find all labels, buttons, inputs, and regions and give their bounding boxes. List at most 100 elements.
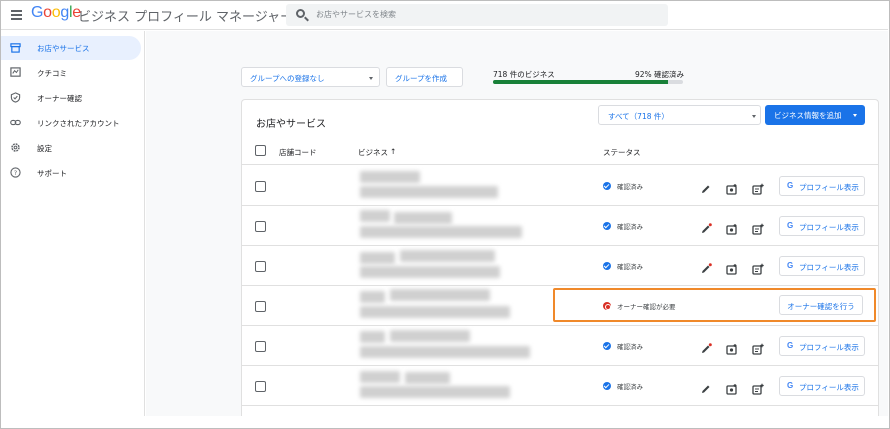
sidebar-item-label: 設定: [37, 144, 52, 153]
sidebar-item-linked-accounts[interactable]: リンクされたアカウント: [1, 111, 141, 135]
pencil-icon[interactable]: [700, 380, 712, 393]
verified-check-icon: [603, 222, 611, 230]
business-name-redacted: [360, 346, 530, 358]
view-profile-label: プロフィール表示: [799, 223, 859, 232]
table-row[interactable]: 確認済み G プロフィール表示: [242, 166, 878, 206]
logo-letter: g: [60, 4, 69, 21]
sidebar-item-label: お店やサービス: [37, 44, 90, 53]
view-profile-button[interactable]: G プロフィール表示: [779, 216, 865, 236]
chevron-down-icon: [752, 115, 756, 118]
view-profile-label: プロフィール表示: [799, 263, 859, 272]
sidebar-item-label: オーナー確認: [37, 94, 82, 103]
verified-percent: 92% 確認済み: [635, 70, 685, 79]
add-post-icon[interactable]: [752, 260, 764, 275]
row-checkbox[interactable]: [255, 341, 266, 352]
verified-check-icon: [603, 342, 611, 350]
pencil-icon[interactable]: [700, 180, 712, 193]
chevron-down-icon: [369, 77, 373, 80]
row-checkbox[interactable]: [255, 381, 266, 392]
view-profile-label: プロフィール表示: [799, 183, 859, 192]
add-post-icon[interactable]: [752, 380, 764, 395]
verified-check-icon: [603, 382, 611, 390]
business-count: 718 件のビジネス: [493, 70, 555, 79]
column-store-code[interactable]: 店舗コード: [279, 147, 317, 158]
row-checkbox[interactable]: [255, 221, 266, 232]
business-name-redacted: [360, 306, 510, 318]
row-checkbox[interactable]: [255, 261, 266, 272]
sidebar-item-label: リンクされたアカウント: [37, 119, 120, 128]
add-photo-icon[interactable]: [726, 260, 738, 275]
business-name-redacted: [390, 289, 490, 301]
row-checkbox[interactable]: [255, 301, 266, 312]
chevron-down-icon: [853, 114, 857, 117]
google-g-icon: G: [787, 381, 794, 390]
business-list-card: お店やサービス すべて（718 件） ビジネス情報を追加 店舗コード ビジネス …: [241, 99, 879, 416]
svg-text:?: ?: [14, 169, 17, 177]
view-profile-button[interactable]: G プロフィール表示: [779, 336, 865, 356]
business-name-redacted: [360, 266, 500, 278]
select-all-checkbox[interactable]: [255, 145, 266, 156]
table-row[interactable]: 確認済み G プロフィール表示: [242, 206, 878, 246]
reviews-icon: [10, 67, 21, 77]
verified-shield-icon: [10, 92, 21, 103]
business-name-redacted: [360, 291, 385, 303]
add-post-icon[interactable]: [752, 220, 764, 235]
business-name-redacted: [360, 252, 395, 264]
sidebar-item-settings[interactable]: 設定: [1, 136, 141, 160]
add-photo-icon[interactable]: [726, 340, 738, 355]
google-logo: Google: [31, 4, 81, 22]
business-name-redacted: [394, 212, 452, 224]
business-name-redacted: [360, 226, 522, 238]
group-filter-dropdown[interactable]: グループへの登録なし: [241, 67, 380, 87]
add-photo-icon[interactable]: [726, 220, 738, 235]
add-post-icon[interactable]: [752, 180, 764, 195]
business-name-redacted: [360, 371, 400, 383]
product-name: ビジネス プロフィール マネージャー: [78, 10, 294, 25]
status-text: 確認済み: [617, 223, 643, 231]
add-photo-icon[interactable]: [726, 180, 738, 195]
view-profile-button[interactable]: G プロフィール表示: [779, 376, 865, 396]
google-g-icon: G: [787, 181, 794, 190]
sort-ascending-icon[interactable]: ↑: [390, 147, 396, 156]
add-photo-icon[interactable]: [726, 380, 738, 395]
sidebar-item-stores[interactable]: お店やサービス: [1, 36, 141, 60]
card-title: お店やサービス: [256, 119, 326, 130]
column-business[interactable]: ビジネス: [358, 147, 388, 158]
row-checkbox[interactable]: [255, 181, 266, 192]
business-name-redacted: [360, 331, 385, 343]
pencil-dot-icon[interactable]: [700, 260, 712, 273]
table-row[interactable]: 確認済み G プロフィール表示: [242, 326, 878, 366]
business-name-redacted: [360, 386, 510, 398]
verification-highlight-box: [553, 288, 876, 322]
logo-letter: G: [31, 4, 44, 21]
hamburger-menu-icon[interactable]: [11, 10, 22, 20]
search-bar[interactable]: お店やサービスを検索: [286, 4, 668, 26]
verification-progress-fill: [493, 80, 668, 84]
table-row[interactable]: 確認済み G プロフィール表示: [242, 366, 878, 406]
sidebar-item-support[interactable]: ? サポート: [1, 161, 141, 185]
search-input[interactable]: お店やサービスを検索: [316, 9, 396, 20]
table-row[interactable]: 確認済み G プロフィール表示: [242, 246, 878, 286]
status-filter-dropdown[interactable]: すべて（718 件）: [598, 105, 761, 125]
gear-icon: [11, 143, 20, 152]
pencil-dot-icon[interactable]: [700, 220, 712, 233]
view-profile-label: プロフィール表示: [799, 383, 859, 392]
google-g-icon: G: [787, 261, 794, 270]
sidebar-item-reviews[interactable]: クチコミ: [1, 61, 141, 85]
storefront-icon: [10, 43, 21, 53]
business-name-redacted: [400, 250, 495, 262]
view-profile-button[interactable]: G プロフィール表示: [779, 256, 865, 276]
column-status: ステータス: [603, 148, 641, 157]
status-text: 確認済み: [617, 383, 643, 391]
pencil-dot-icon[interactable]: [700, 340, 712, 353]
link-icon: [10, 119, 21, 126]
view-profile-button[interactable]: G プロフィール表示: [779, 176, 865, 196]
add-post-icon[interactable]: [752, 340, 764, 355]
create-group-button[interactable]: グループを作成: [386, 67, 463, 87]
sidebar-item-verification[interactable]: オーナー確認: [1, 86, 141, 110]
table-header: 店舗コード ビジネス ↑ ステータス: [242, 137, 878, 165]
view-profile-label: プロフィール表示: [799, 343, 859, 352]
status-text: 確認済み: [617, 183, 643, 191]
add-business-button[interactable]: ビジネス情報を追加: [765, 105, 865, 125]
business-name-redacted: [405, 372, 450, 384]
